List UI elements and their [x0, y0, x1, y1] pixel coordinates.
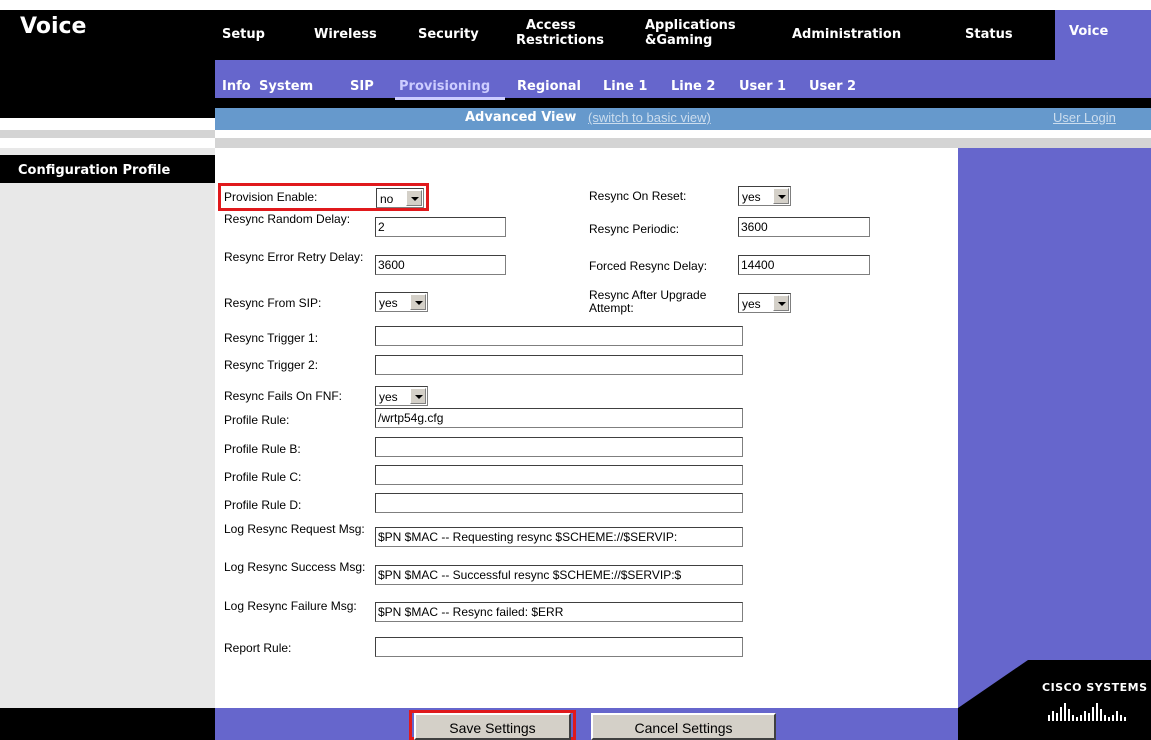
profile-rule-label: Profile Rule:	[224, 413, 290, 427]
section-title: Configuration Profile	[18, 163, 171, 178]
tab-label: Status	[965, 27, 1013, 42]
right-divider	[958, 138, 1151, 148]
select-value: yes	[742, 190, 761, 204]
chevron-down-icon	[410, 294, 426, 310]
content-divider	[215, 138, 958, 148]
log-resync-request-input[interactable]: $PN $MAC -- Requesting resync $SCHEME://…	[375, 527, 743, 547]
report-rule-label: Report Rule:	[224, 641, 292, 655]
footer-bar	[215, 708, 958, 740]
select-value: yes	[379, 390, 398, 404]
resync-periodic-label: Resync Periodic:	[589, 222, 680, 236]
resync-random-delay-label: Resync Random Delay:	[224, 212, 351, 226]
left-column	[0, 148, 215, 708]
user-login-link[interactable]: User Login	[1053, 110, 1116, 125]
resync-trigger-1-input[interactable]	[375, 326, 743, 346]
subtab-user1[interactable]: User 1	[739, 79, 786, 94]
right-panel	[958, 148, 1151, 708]
resync-after-upgrade-select[interactable]: yes	[738, 293, 791, 313]
resync-error-retry-delay-label: Resync Error Retry Delay:	[224, 250, 364, 264]
resync-trigger-2-label: Resync Trigger 2:	[224, 358, 319, 372]
provision-enable-select[interactable]: no	[376, 188, 424, 208]
tab-label: Applications	[645, 18, 736, 33]
chevron-down-icon	[773, 295, 789, 311]
resync-on-reset-label: Resync On Reset:	[589, 189, 687, 203]
select-value: yes	[379, 296, 398, 310]
log-resync-success-label: Log Resync Success Msg:	[224, 560, 366, 574]
resync-after-upgrade-label: Resync After Upgrade Attempt:	[589, 288, 707, 315]
log-resync-failure-label: Log Resync Failure Msg:	[224, 599, 357, 613]
tab-label: Restrictions	[516, 33, 604, 48]
subtab-line2[interactable]: Line 2	[671, 79, 715, 94]
subtab-sip[interactable]: SIP	[350, 79, 374, 94]
save-settings-button[interactable]: Save Settings	[414, 713, 571, 740]
tab-label: Administration	[792, 27, 902, 42]
resync-trigger-1-label: Resync Trigger 1:	[224, 331, 319, 345]
chevron-down-icon	[406, 190, 422, 206]
chevron-down-icon	[410, 388, 426, 404]
provision-enable-label: Provision Enable:	[224, 190, 318, 204]
footer-corner	[958, 660, 1028, 708]
forced-resync-delay-input[interactable]: 14400	[738, 255, 870, 275]
tab-voice[interactable]: Voice	[1055, 10, 1151, 60]
subtab-line1[interactable]: Line 1	[603, 79, 647, 94]
profile-rule-b-input[interactable]	[375, 437, 743, 457]
subtab-info[interactable]: Info	[222, 79, 251, 94]
subtab-system[interactable]: System	[259, 79, 313, 94]
report-rule-input[interactable]	[375, 637, 743, 657]
footer-left	[0, 708, 215, 740]
tab-label: Access	[526, 18, 576, 33]
resync-periodic-input[interactable]: 3600	[738, 217, 870, 237]
tab-setup[interactable]: Setup	[222, 27, 265, 42]
profile-rule-input[interactable]: /wrtp54g.cfg	[375, 408, 743, 428]
subtab-regional[interactable]: Regional	[517, 79, 581, 94]
tab-label: Wireless	[314, 27, 377, 42]
resync-from-sip-select[interactable]: yes	[375, 292, 428, 312]
log-resync-failure-input[interactable]: $PN $MAC -- Resync failed: $ERR	[375, 602, 743, 622]
cisco-logo-text: CISCO SYSTEMS	[1042, 681, 1148, 694]
profile-rule-c-input[interactable]	[375, 465, 743, 485]
log-resync-request-label: Log Resync Request Msg:	[224, 522, 365, 536]
brand-title: Voice	[20, 14, 87, 39]
log-resync-success-input[interactable]: $PN $MAC -- Successful resync $SCHEME://…	[375, 565, 743, 585]
resync-fails-on-fnf-label: Resync Fails On FNF:	[224, 389, 343, 403]
resync-fails-on-fnf-select[interactable]: yes	[375, 386, 428, 406]
tab-status[interactable]: Status	[965, 27, 1013, 42]
tab-access-restrictions[interactable]: Access Restrictions	[516, 18, 604, 48]
cisco-bars-icon	[1048, 703, 1126, 721]
cancel-settings-button[interactable]: Cancel Settings	[591, 713, 776, 740]
forced-resync-delay-label: Forced Resync Delay:	[589, 259, 708, 273]
profile-rule-c-label: Profile Rule C:	[224, 470, 302, 484]
tab-label: Security	[418, 27, 479, 42]
tab-applications-gaming[interactable]: Applications &Gaming	[645, 18, 736, 48]
select-value: yes	[742, 297, 761, 311]
tab-security[interactable]: Security	[418, 27, 479, 42]
profile-rule-b-label: Profile Rule B:	[224, 442, 301, 456]
select-value: no	[380, 192, 394, 206]
chevron-down-icon	[773, 188, 789, 204]
active-subtab-indicator	[395, 97, 505, 100]
resync-on-reset-select[interactable]: yes	[738, 186, 791, 206]
left-divider	[0, 130, 215, 138]
resync-error-retry-delay-input[interactable]: 3600	[375, 255, 506, 275]
switch-basic-view-link[interactable]: (switch to basic view)	[588, 110, 711, 125]
subtab-provisioning[interactable]: Provisioning	[399, 79, 490, 94]
resync-from-sip-label: Resync From SIP:	[224, 296, 322, 310]
tab-label: &Gaming	[645, 33, 713, 48]
advanced-view-label: Advanced View	[465, 110, 577, 125]
profile-rule-d-input[interactable]	[375, 493, 743, 513]
subtab-user2[interactable]: User 2	[809, 79, 856, 94]
resync-random-delay-input[interactable]: 2	[375, 217, 506, 237]
tab-label: Voice	[1069, 24, 1109, 39]
tab-administration[interactable]: Administration	[792, 27, 901, 42]
tab-wireless[interactable]: Wireless	[314, 27, 377, 42]
resync-trigger-2-input[interactable]	[375, 355, 743, 375]
profile-rule-d-label: Profile Rule D:	[224, 498, 302, 512]
tab-label: Setup	[222, 27, 265, 42]
